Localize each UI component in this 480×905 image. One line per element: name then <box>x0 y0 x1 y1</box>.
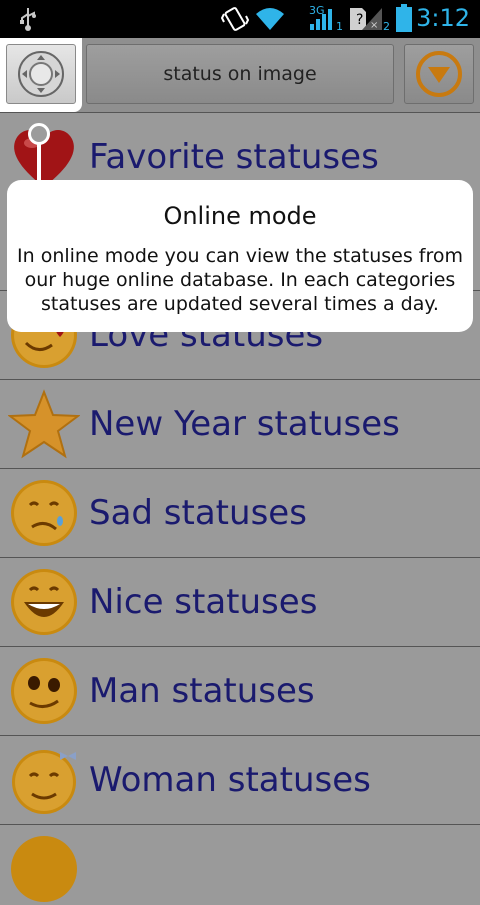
status-bar: 3G 1 ? × 2 3:12 <box>0 0 480 38</box>
star-icon <box>8 389 80 459</box>
title-label: status on image <box>163 63 317 85</box>
sim2-label: 2 <box>383 20 390 33</box>
dropdown-circle-icon <box>416 51 462 97</box>
list-item-label: Man statuses <box>89 671 315 711</box>
vibrate-icon <box>220 7 250 31</box>
no-sim-icon: ? × <box>350 8 382 31</box>
clock: 3:12 <box>416 4 470 32</box>
list-item-label: New Year statuses <box>89 404 400 444</box>
tooltip-pointer-dot <box>28 123 50 145</box>
partial-smiley-icon <box>11 836 77 902</box>
list-item-label: Sad statuses <box>89 493 307 533</box>
usb-icon <box>20 8 36 31</box>
woman-smiley-icon <box>12 750 76 814</box>
battery-icon <box>396 4 412 32</box>
cool-smiley-icon <box>11 658 77 724</box>
list-item-label: Woman statuses <box>89 760 371 800</box>
list-item-label: Nice statuses <box>89 582 318 622</box>
list-item-partial[interactable] <box>0 824 480 902</box>
network-type-label: 3G <box>309 4 325 17</box>
grin-smiley-icon <box>11 569 77 635</box>
svg-text:×: × <box>370 20 378 31</box>
list-item[interactable]: Woman statuses <box>0 735 480 824</box>
sad-smiley-icon <box>11 480 77 546</box>
title-button[interactable]: status on image <box>86 44 394 104</box>
sim1-label: 1 <box>336 20 343 33</box>
list-item[interactable]: Sad statuses <box>0 468 480 557</box>
tooltip-body: In online mode you can view the statuses… <box>17 245 463 315</box>
tooltip-title: Online mode <box>163 202 317 230</box>
list-item[interactable]: Nice statuses <box>0 557 480 646</box>
dropdown-button[interactable] <box>404 44 474 104</box>
wifi-icon <box>256 8 284 30</box>
dpad-button[interactable] <box>6 44 76 104</box>
list-item[interactable]: New Year statuses <box>0 379 480 468</box>
highlight-frame <box>0 38 82 112</box>
dpad-icon <box>18 51 64 97</box>
svg-text:?: ? <box>356 12 363 28</box>
online-mode-tooltip[interactable]: Online mode In online mode you can view … <box>7 180 473 332</box>
list-item[interactable]: Man statuses <box>0 646 480 735</box>
